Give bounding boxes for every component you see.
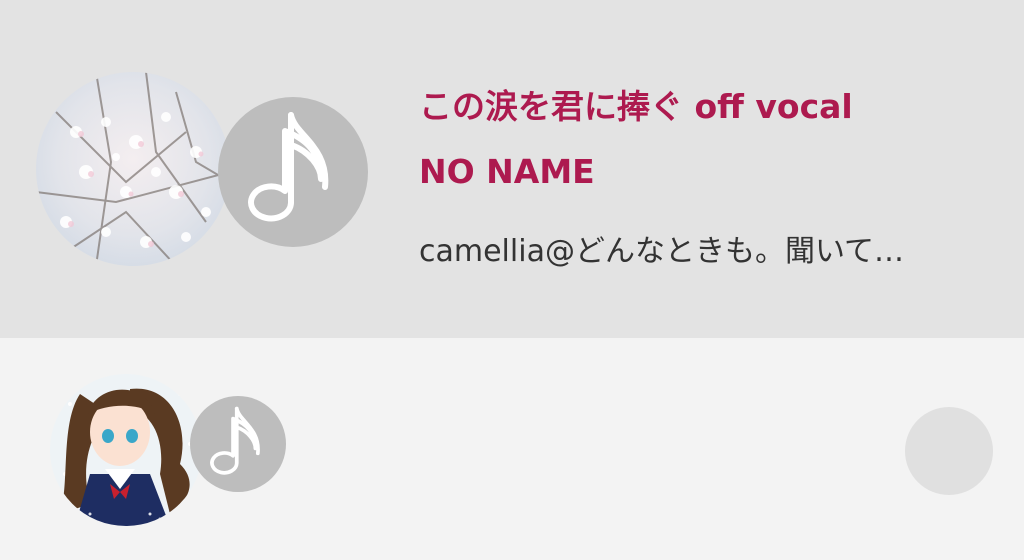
track-row[interactable] <box>0 338 1024 560</box>
cover-art-blossom <box>36 72 230 266</box>
music-note-badge <box>218 97 368 247</box>
track-artist: NO NAME <box>419 152 595 191</box>
music-note-badge <box>190 396 286 492</box>
track-title: この涙を君に捧ぐ off vocal <box>419 87 853 126</box>
cover-art-anime-girl <box>50 374 202 526</box>
track-subtitle: camellia@どんなときも。聞いて… <box>419 234 905 269</box>
loading-indicator <box>905 407 993 495</box>
track-row-selected[interactable]: この涙を君に捧ぐ off vocal NO NAME camellia@どんなと… <box>0 0 1024 338</box>
music-note-icon <box>210 406 260 475</box>
music-note-icon <box>248 112 329 222</box>
